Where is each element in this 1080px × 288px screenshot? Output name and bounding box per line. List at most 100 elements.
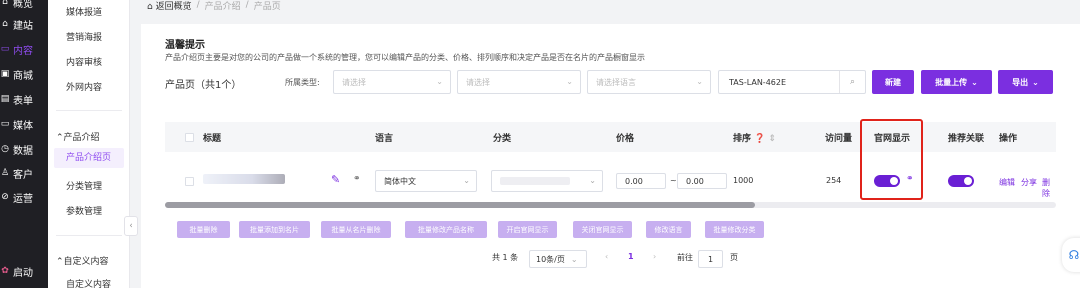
launch-icon: ✿ [1, 266, 9, 276]
visits-value: 254 [826, 176, 842, 185]
subnav-item-media-report[interactable]: 媒体报道 [66, 5, 102, 18]
chevron-down-icon: ⌄ [589, 176, 596, 185]
col-category: 分类 [493, 134, 512, 144]
subtype-select[interactable]: 请选择 ⌄ [457, 70, 581, 94]
tip-title: 温馨提示 [165, 40, 205, 51]
new-button[interactable]: 新建 [872, 70, 914, 94]
row-language-select[interactable]: 简体中文 ⌄ [375, 170, 477, 192]
col-visits: 访问量 [825, 134, 853, 144]
headset-icon: ☊ [1068, 248, 1080, 262]
nav-item-launch[interactable]: ✿ 启动 [0, 263, 48, 279]
horizontal-scrollbar[interactable] [165, 202, 1056, 208]
subnav-group-product[interactable]: ⌃产品介绍 [56, 130, 100, 143]
price-max-input[interactable]: 0.00 [677, 173, 727, 189]
subnav-item-category[interactable]: 分类管理 [66, 179, 102, 192]
type-filter-label: 所属类型: [285, 78, 320, 87]
change-language-button[interactable]: 修改语言 [646, 221, 691, 238]
breadcrumb: ⌂ 返回概览 / 产品介绍 / 产品页 [147, 0, 281, 12]
subnav-item-external[interactable]: 外网内容 [66, 80, 102, 93]
batch-rename-button[interactable]: 批量修改产品名称 [405, 221, 487, 238]
nav-item-content[interactable]: ▭ 内容 [0, 41, 48, 57]
share-action[interactable]: 分享 [1021, 177, 1037, 188]
blurred-category [500, 177, 570, 185]
prev-page-button[interactable]: ‹ [605, 252, 608, 261]
collapse-sidebar-button[interactable]: ‹ [124, 216, 138, 236]
chevron-down-icon: ⌄ [463, 176, 470, 185]
nav-item-form[interactable]: ▤ 表单 [0, 91, 48, 107]
tag-icon: ⊘ [1, 192, 9, 202]
cart-icon: ▣ [0, 69, 10, 79]
goto-page-input[interactable]: 1 [698, 250, 723, 268]
chevron-down-icon: ⌄ [971, 77, 978, 87]
highlight-box [860, 119, 923, 200]
export-button[interactable]: 导出 ⌄ [998, 70, 1053, 94]
chevron-down-icon: ⌄ [1032, 77, 1039, 87]
nav-item-mall[interactable]: ▣ 商城 [0, 66, 48, 82]
delete-action[interactable]: 删除 [1042, 177, 1056, 199]
primary-sidebar: ⌂ 概览 ⌂ 建站 ▭ 内容 ▣ 商城 ▤ 表单 ▭ 媒体 ◷ 数据 ♙ 客户 ⊘ 运营 ✿ 启动 [0, 0, 48, 288]
recommend-toggle[interactable] [948, 175, 974, 187]
file-icon: ▭ [0, 44, 10, 54]
edit-icon[interactable]: ✎ [331, 173, 340, 186]
batch-category-button[interactable]: 批量修改分类 [705, 221, 764, 238]
batch-delete-button[interactable]: 批量删除 [177, 221, 230, 238]
chevron-up-icon: ⌃ [56, 257, 64, 267]
main-card: 温馨提示 产品介绍页主要是对您的公司的产品做一个系统的管理，您可以编辑产品的分类… [141, 24, 1080, 288]
chevron-left-icon: ‹ [129, 221, 133, 231]
breadcrumb-product-intro[interactable]: 产品介绍 [205, 0, 241, 12]
back-link[interactable]: ⌂ 返回概览 [147, 0, 192, 12]
page-count: 产品页（共1个） [165, 80, 242, 91]
select-all-checkbox[interactable] [185, 133, 194, 142]
chevron-down-icon: ⌄ [436, 77, 443, 86]
divider [56, 235, 122, 236]
nav-item-data[interactable]: ◷ 数据 [0, 141, 48, 157]
nav-item-media[interactable]: ▭ 媒体 [0, 116, 48, 132]
type-select[interactable]: 请选择 ⌄ [333, 70, 451, 94]
blurred-title[interactable] [203, 174, 285, 184]
subnav-group-custom[interactable]: ⌃自定义内容 [56, 254, 109, 267]
nav-item-operate[interactable]: ⊘ 运营 [0, 189, 48, 205]
breadcrumb-product-page: 产品页 [253, 1, 281, 12]
price-min-input[interactable]: 0.00 [616, 173, 666, 189]
scrollbar-thumb[interactable] [165, 202, 755, 208]
row-checkbox[interactable] [185, 177, 194, 186]
edit-action[interactable]: 编辑 [999, 177, 1015, 188]
search-input[interactable]: TAS-LAN-462E ⌕ [718, 70, 866, 94]
page-suffix: 页 [730, 253, 738, 262]
col-sort[interactable]: 排序 ❓ ⇕ [733, 131, 776, 144]
tip-description: 产品介绍页主要是对您的公司的产品做一个系统的管理，您可以编辑产品的分类、价格、排… [165, 53, 645, 62]
user-icon: ♙ [0, 168, 10, 178]
batch-add-card-button[interactable]: 批量添加到名片 [239, 221, 310, 238]
page-size-select[interactable]: 10条/页 ⌄ [529, 250, 587, 268]
search-icon[interactable]: ⌕ [839, 71, 865, 93]
subnav-item-poster[interactable]: 营销海报 [66, 30, 102, 43]
col-language: 语言 [375, 134, 394, 144]
batch-remove-card-button[interactable]: 批量从名片删除 [321, 221, 391, 238]
disable-site-display-button[interactable]: 关闭官网显示 [573, 221, 632, 238]
support-button[interactable]: ☊ [1062, 238, 1080, 272]
site-icon: ⌂ [2, 19, 8, 29]
next-page-button[interactable]: › [653, 252, 656, 261]
chart-icon: ◷ [1, 144, 9, 154]
subnav-item-custom[interactable]: 自定义内容 [66, 277, 111, 288]
chevron-down-icon: ⌄ [566, 77, 573, 86]
media-icon: ▭ [0, 119, 10, 129]
subnav-item-product-page[interactable]: 产品介绍页 [54, 148, 124, 168]
nav-item-site[interactable]: ⌂ 建站 [0, 16, 48, 32]
batch-upload-button[interactable]: 批量上传 ⌄ [921, 70, 992, 94]
col-recommend: 推荐关联 [948, 134, 985, 144]
row-category-select[interactable]: ⌄ [491, 170, 603, 192]
col-title: 标题 [203, 134, 222, 144]
secondary-sidebar: 媒体报道 营销海报 内容审核 外网内容 ⌃产品介绍 产品介绍页 分类管理 参数管… [48, 0, 130, 288]
sort-icon: ⇕ [768, 134, 777, 144]
chevron-up-icon: ⌃ [56, 133, 64, 143]
enable-site-display-button[interactable]: 开启官网显示 [498, 221, 557, 238]
col-price: 价格 [616, 134, 635, 144]
link-icon[interactable]: ⚭ [353, 174, 361, 184]
nav-item-customer[interactable]: ♙ 客户 [0, 165, 48, 181]
subnav-item-review[interactable]: 内容审核 [66, 55, 102, 68]
nav-item-overview[interactable]: ⌂ 概览 [0, 0, 48, 10]
language-select[interactable]: 请选择语言 ⌄ [587, 70, 711, 94]
subnav-item-params[interactable]: 参数管理 [66, 204, 102, 217]
page-number-current[interactable]: 1 [628, 252, 634, 261]
